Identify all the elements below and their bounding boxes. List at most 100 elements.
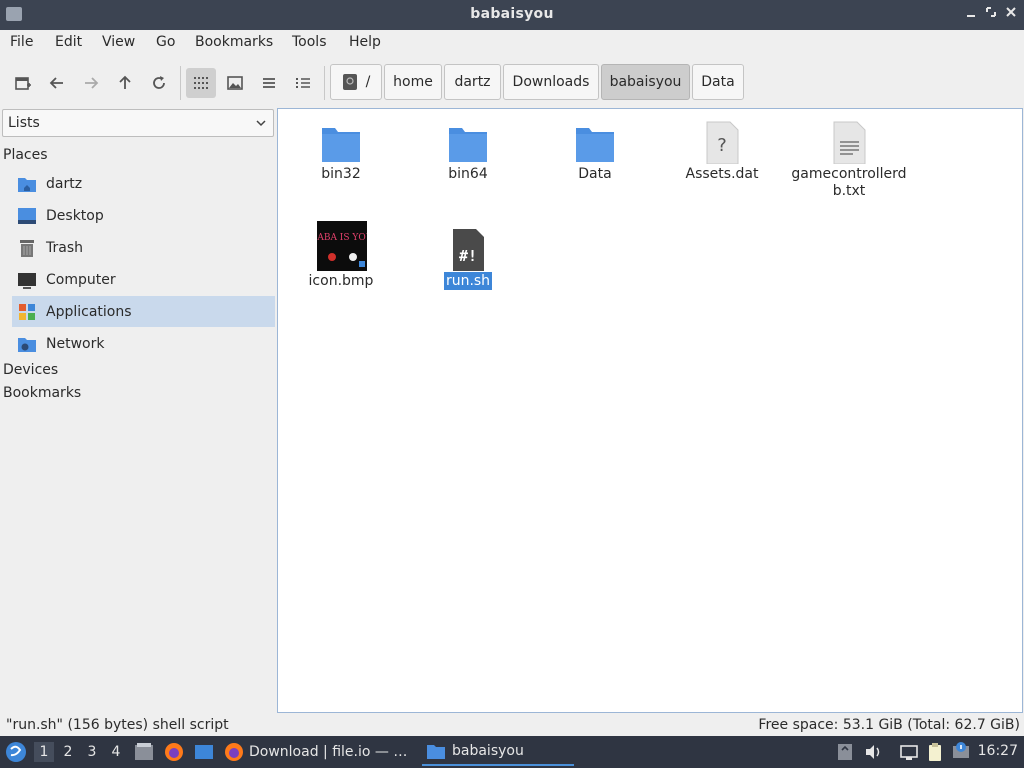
breadcrumb-label: Data	[701, 74, 735, 90]
breadcrumb-downloads[interactable]: Downloads	[503, 64, 599, 100]
tray-clipboard[interactable]	[925, 742, 945, 762]
file-item-run-sh[interactable]: #! run.sh	[408, 219, 528, 299]
file-item-data[interactable]: Data	[535, 112, 655, 192]
new-tab-icon	[15, 77, 31, 90]
workspace-2[interactable]: 2	[58, 742, 78, 762]
sidebar-item-computer[interactable]: Computer	[12, 264, 275, 295]
status-bar: "run.sh" (156 bytes) shell script Free s…	[0, 714, 1024, 736]
folder-icon	[427, 745, 445, 759]
menu-edit[interactable]: Edit	[55, 34, 82, 50]
taskbar: 1 2 3 4 Download | file.io — … babaisyou…	[0, 736, 1024, 768]
task-label: babaisyou	[452, 743, 524, 759]
thumbnail-view-button[interactable]	[220, 68, 250, 98]
clock[interactable]: 16:27	[978, 743, 1018, 759]
desktop-launcher[interactable]	[194, 742, 214, 762]
firefox-launcher[interactable]	[164, 742, 184, 762]
breadcrumb-root-label: /	[365, 74, 371, 90]
shell-script-icon: #!	[453, 229, 484, 271]
window-titlebar[interactable]: babaisyou	[0, 0, 1024, 30]
devices-header[interactable]: Devices	[3, 362, 58, 378]
folder-icon	[322, 128, 360, 162]
file-item-assets-dat[interactable]: ? Assets.dat	[662, 112, 782, 192]
detailed-list-view-button[interactable]	[288, 68, 318, 98]
breadcrumb-data[interactable]: Data	[692, 64, 744, 100]
sidebar-item-trash[interactable]: Trash	[12, 232, 275, 263]
firefox-icon	[225, 743, 243, 761]
up-button[interactable]	[110, 68, 140, 98]
clipboard-icon	[929, 743, 941, 761]
file-name: Data	[578, 166, 612, 182]
sidebar-item-label: Network	[46, 335, 105, 352]
tray-network[interactable]	[899, 742, 919, 762]
compact-view-button[interactable]	[254, 68, 284, 98]
bookmarks-header[interactable]: Bookmarks	[3, 385, 81, 401]
file-manager-launcher[interactable]	[134, 742, 154, 762]
sidebar-item-network[interactable]: Network	[12, 328, 275, 359]
new-tab-button[interactable]	[8, 68, 38, 98]
file-name: icon.bmp	[308, 273, 374, 289]
workspace-4[interactable]: 4	[106, 742, 126, 762]
sidebar-item-label: Applications	[46, 303, 132, 320]
file-name: run.sh	[408, 272, 528, 290]
menu-bookmarks[interactable]: Bookmarks	[195, 34, 273, 50]
file-item-icon-bmp[interactable]: BABA IS YOU icon.bmp	[281, 219, 401, 299]
sidebar-item-label: Desktop	[46, 207, 104, 224]
breadcrumb-root[interactable]: /	[330, 64, 382, 100]
folder-icon	[449, 128, 487, 162]
workspace-3[interactable]: 3	[82, 742, 102, 762]
menu-help[interactable]: Help	[349, 34, 381, 50]
breadcrumb-label: Downloads	[512, 74, 590, 90]
menu-tools[interactable]: Tools	[292, 34, 327, 50]
file-item-bin64[interactable]: bin64	[408, 112, 528, 192]
close-button[interactable]	[1002, 5, 1020, 25]
menu-file[interactable]: File	[10, 34, 33, 50]
menu-go[interactable]: Go	[156, 34, 175, 50]
task-label: Download | file.io — …	[249, 744, 408, 760]
icon-view-button[interactable]	[186, 68, 216, 98]
tray-package-updates[interactable]	[835, 742, 855, 762]
sidebar-item-dartz[interactable]: dartz	[12, 168, 275, 199]
file-item-bin32[interactable]: bin32	[281, 112, 401, 192]
sidebar-item-applications[interactable]: Applications	[12, 296, 275, 327]
toolbar-separator	[180, 66, 181, 100]
workspace-1[interactable]: 1	[34, 742, 54, 762]
places-header[interactable]: Places	[3, 147, 48, 163]
task-babaisyou[interactable]: babaisyou	[422, 738, 574, 766]
computer-icon	[17, 270, 37, 290]
file-item-gamecontrollerdb[interactable]: gamecontrollerd b.txt	[789, 112, 909, 212]
breadcrumb-dartz[interactable]: dartz	[444, 64, 501, 100]
status-free-space: Free space: 53.1 GiB (Total: 62.7 GiB)	[758, 717, 1020, 733]
start-menu-button[interactable]	[5, 741, 27, 763]
file-name-line: b.txt	[832, 183, 866, 199]
sidebar-item-desktop[interactable]: Desktop	[12, 200, 275, 231]
minimize-button[interactable]	[962, 5, 980, 25]
compact-view-icon	[263, 78, 275, 88]
thumbnail-view-icon	[227, 76, 243, 90]
tray-volume[interactable]	[863, 742, 883, 762]
tray-notifications[interactable]	[952, 742, 972, 762]
breadcrumb-home[interactable]: home	[384, 64, 442, 100]
home-folder-icon	[17, 174, 37, 194]
unknown-file-icon: ?	[706, 121, 739, 164]
menu-view[interactable]: View	[102, 34, 135, 50]
reload-button[interactable]	[144, 68, 174, 98]
back-button[interactable]	[42, 68, 72, 98]
maximize-button[interactable]	[982, 5, 1000, 25]
sidebar-item-label: Trash	[46, 239, 83, 256]
drive-icon	[342, 74, 357, 90]
sidebar-mode-select[interactable]: Lists	[2, 109, 274, 137]
folder-icon	[576, 128, 614, 162]
svg-text:?: ?	[717, 135, 727, 156]
text-file-icon	[833, 121, 866, 164]
file-view[interactable]: bin32 bin64 Data ? Assets.dat gamecontro…	[277, 108, 1023, 713]
show-desktop-icon	[195, 745, 213, 759]
breadcrumb-babaisyou[interactable]: babaisyou	[601, 64, 690, 100]
task-firefox[interactable]: Download | file.io — …	[224, 738, 407, 766]
image-thumbnail-icon: BABA IS YOU	[317, 221, 367, 271]
file-manager-icon	[135, 743, 153, 760]
toolbar: / home dartz Downloads babaisyou Data	[0, 58, 1024, 106]
sidebar-item-label: dartz	[46, 175, 83, 192]
package-icon	[838, 744, 852, 760]
forward-button[interactable]	[76, 68, 106, 98]
sidebar-item-label: Computer	[46, 271, 116, 288]
